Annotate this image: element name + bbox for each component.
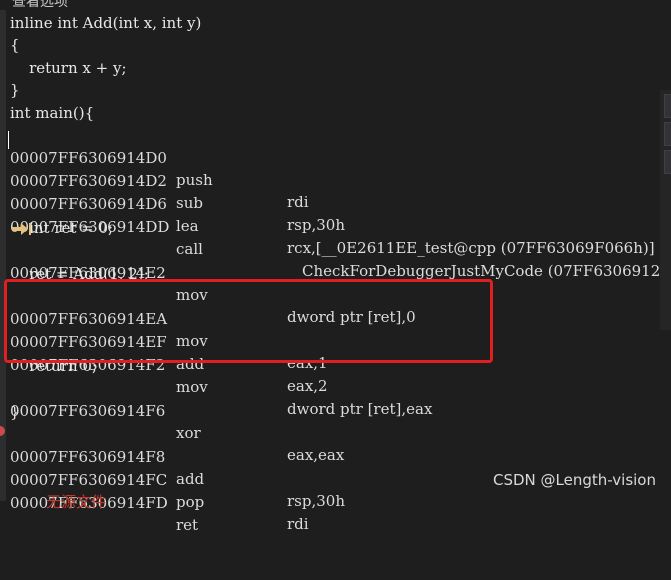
disasm-opcode: push	[176, 171, 213, 189]
text-cursor	[8, 131, 9, 149]
disasm-opcode: mov	[176, 378, 208, 396]
source-line-1: inline int Add(int x, int y)	[10, 14, 202, 32]
disasm-operands: rsp,30h	[287, 492, 345, 510]
side-panel-button[interactable]	[664, 94, 671, 118]
disasm-row[interactable]: 00007FF6306914F8 add rsp,30h	[10, 424, 345, 510]
disasm-row[interactable]: 00007FF6306914FD ret	[10, 470, 198, 534]
disasm-address: 00007FF6306914D6	[10, 195, 167, 213]
side-panel-button[interactable]	[664, 122, 671, 146]
disasm-row[interactable]: 00007FF6306914FC pop rdi	[10, 447, 309, 533]
view-options-label[interactable]: 查看选项	[12, 0, 68, 10]
disasm-operands: rsp,30h	[287, 216, 345, 234]
disasm-opcode: lea	[176, 217, 199, 235]
disasm-row[interactable]: 00007FF6306914F6 xor eax,eax	[10, 378, 344, 464]
source-line-4: }	[10, 81, 20, 99]
disasm-opcode: xor	[176, 424, 201, 442]
disasm-operands: dword ptr [ret],eax	[287, 400, 433, 418]
source-line-5: int main(){	[10, 104, 95, 122]
source-line-3: return x + y;	[10, 59, 127, 77]
no-source-label[interactable]: 无源文件	[46, 491, 106, 512]
watermark: CSDN @Length-vision	[493, 471, 656, 489]
disasm-opcode: pop	[176, 493, 205, 511]
source-line-2: {	[10, 36, 20, 54]
side-panel-button[interactable]	[664, 150, 671, 174]
disasm-operands: rcx,[__0E2611EE_test@cpp (07FF63069F066h…	[287, 239, 655, 257]
disasm-address: 00007FF6306914FC	[10, 471, 168, 489]
disasm-opcode: sub	[176, 194, 203, 212]
window-title-bar: 查看选项	[0, 0, 671, 12]
disasm-opcode: add	[176, 470, 205, 488]
disasm-address: 00007FF6306914D2	[10, 172, 167, 190]
disasm-row[interactable]: 00007FF6306914D2 sub rsp,30h	[10, 148, 345, 234]
disasm-address: 00007FF6306914D0	[10, 149, 167, 167]
disasm-row[interactable]: 00007FF6306914DD call __CheckForDebugger…	[10, 194, 660, 280]
current-instruction-arrow-icon	[12, 223, 31, 235]
disasm-row[interactable]: 00007FF6306914E2 mov dword ptr [ret],0	[10, 240, 416, 326]
disasm-operands: eax,2	[287, 377, 328, 395]
source-line-close: }	[10, 403, 20, 421]
disasm-opcode: call	[176, 240, 203, 258]
highlight-annotation-box	[4, 279, 493, 363]
disasm-address: 00007FF6306914F8	[10, 448, 166, 466]
disasm-operands: rdi	[287, 515, 309, 533]
disasm-row[interactable]: 00007FF6306914D0 push rdi	[10, 125, 309, 211]
disasm-operands: eax,eax	[287, 446, 345, 464]
disasm-address: 00007FF6306914F6	[10, 402, 166, 420]
disasm-row[interactable]: 00007FF6306914D6 lea rcx,[__0E2611EE_tes…	[10, 171, 655, 257]
side-panel-edge[interactable]	[660, 90, 671, 330]
disasm-operands: rdi	[287, 193, 309, 211]
disasm-opcode: ret	[176, 516, 199, 534]
